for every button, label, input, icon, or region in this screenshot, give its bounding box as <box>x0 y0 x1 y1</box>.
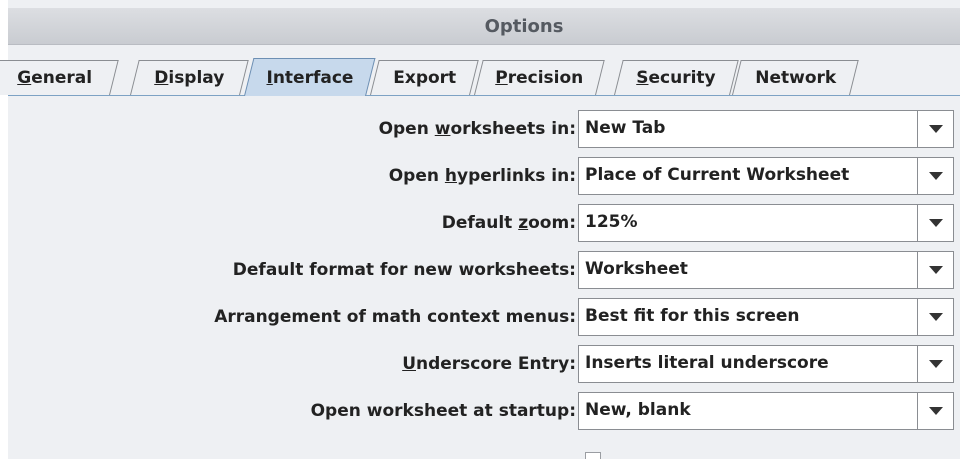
open-worksheets-dropdown[interactable]: New Tab <box>578 110 954 148</box>
chevron-down-icon <box>928 266 943 274</box>
tab-export[interactable]: Export <box>370 60 479 95</box>
underscore-entry-dropdown[interactable]: Inserts literal underscore <box>578 345 954 383</box>
open-worksheets-value: New Tab <box>585 118 666 138</box>
math-context-menus-dropdown[interactable]: Best fit for this screen <box>578 298 954 336</box>
open-hyperlinks-dropdown-button[interactable] <box>917 158 953 194</box>
tab-underline <box>8 95 960 96</box>
open-at-startup-label: Open worksheet at startup: <box>310 401 576 421</box>
options-dialog: Options General Display Interface Export… <box>0 0 960 459</box>
tab-general-label: General <box>16 68 92 88</box>
tab-precision-label: Precision <box>495 68 584 88</box>
tab-display-label: Display <box>154 68 225 88</box>
tab-display[interactable]: Display <box>130 60 249 95</box>
setting-row-open-worksheets: Open worksheets in: New Tab <box>8 110 960 148</box>
default-format-value: Worksheet <box>585 259 688 279</box>
chevron-down-icon <box>928 219 943 227</box>
setting-row-default-zoom: Default zoom: 125% <box>8 204 960 242</box>
setting-row-underscore-entry: Underscore Entry: Inserts literal unders… <box>8 345 960 383</box>
setting-row-open-hyperlinks: Open hyperlinks in: Place of Current Wor… <box>8 157 960 195</box>
underscore-entry-dropdown-button[interactable] <box>917 346 953 382</box>
math-context-menus-value: Best fit for this screen <box>585 306 800 326</box>
tab-strip: General Display Interface Export Precisi… <box>0 52 960 96</box>
open-at-startup-value: New, blank <box>585 400 691 420</box>
open-worksheets-dropdown-button[interactable] <box>917 111 953 147</box>
default-zoom-dropdown-button[interactable] <box>917 205 953 241</box>
tab-network[interactable]: Network <box>732 60 859 95</box>
setting-row-math-context-menus: Arrangement of math context menus: Best … <box>8 298 960 336</box>
tab-security-label: Security <box>636 68 716 88</box>
chevron-down-icon <box>928 172 943 180</box>
default-format-label: Default format for new worksheets: <box>232 260 576 280</box>
setting-row-default-format: Default format for new worksheets: Works… <box>8 251 960 289</box>
tab-interface[interactable]: Interface <box>244 58 376 96</box>
open-hyperlinks-value: Place of Current Worksheet <box>585 165 850 185</box>
default-zoom-dropdown[interactable]: 125% <box>578 204 954 242</box>
default-format-dropdown[interactable]: Worksheet <box>578 251 954 289</box>
chevron-down-icon <box>928 313 943 321</box>
math-context-menus-dropdown-button[interactable] <box>917 299 953 335</box>
open-hyperlinks-dropdown[interactable]: Place of Current Worksheet <box>578 157 954 195</box>
open-hyperlinks-label: Open hyperlinks in: <box>388 166 576 186</box>
chevron-down-icon <box>928 360 943 368</box>
default-zoom-label: Default zoom: <box>441 213 576 233</box>
underscore-entry-value: Inserts literal underscore <box>585 353 829 373</box>
tab-general[interactable]: General <box>0 60 119 95</box>
setting-row-open-at-startup: Open worksheet at startup: New, blank <box>8 392 960 430</box>
partially-visible-checkbox[interactable] <box>585 452 601 459</box>
open-at-startup-dropdown[interactable]: New, blank <box>578 392 954 430</box>
tab-precision[interactable]: Precision <box>474 60 605 95</box>
open-at-startup-dropdown-button[interactable] <box>917 393 953 429</box>
math-context-menus-label: Arrangement of math context menus: <box>214 307 576 327</box>
tab-export-label: Export <box>392 68 456 88</box>
chevron-down-icon <box>928 407 943 415</box>
default-zoom-value: 125% <box>585 212 638 232</box>
underscore-entry-label: Underscore Entry: <box>402 354 576 374</box>
tab-interface-label: Interface <box>266 67 354 88</box>
chevron-down-icon <box>928 125 943 133</box>
tab-network-label: Network <box>754 68 836 88</box>
open-worksheets-label: Open worksheets in: <box>378 119 576 139</box>
window-title: Options <box>484 15 564 37</box>
default-format-dropdown-button[interactable] <box>917 252 953 288</box>
title-bar[interactable]: Options <box>8 8 960 45</box>
tab-security[interactable]: Security <box>614 60 739 95</box>
